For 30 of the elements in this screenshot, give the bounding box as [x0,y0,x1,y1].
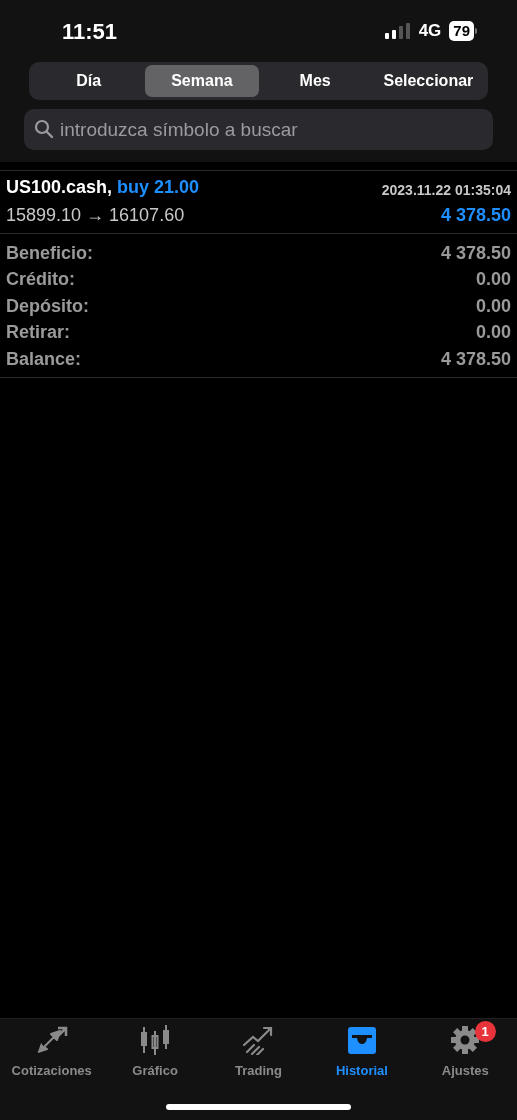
summary-label: Balance: [6,347,82,371]
deal-prices: 15899.10 → 16107.60 [6,204,185,227]
summary-label: Depósito: [6,294,89,318]
deal-profit: 4 378.50 [440,204,511,227]
period-tab[interactable]: Mes [258,65,372,97]
summary-value: 4 378.50 [440,347,511,371]
summary-value: 0.00 [475,268,511,292]
summary-label: Beneficio: [6,241,93,265]
tab-bar-item[interactable]: Historial [310,1025,414,1081]
deal-action: buy 21.00 [117,176,200,199]
status-time: 11:51 [62,17,118,46]
deal-time: 2023.11.22 01:35:04 [381,181,511,200]
search-icon [34,119,54,139]
tab-bar-item[interactable]: Trading [206,1025,311,1081]
summary-label: Crédito: [6,268,75,292]
network-label: 4G [418,20,442,43]
tab-bar-item[interactable]: Gráfico [103,1025,207,1081]
summary-value: 0.00 [475,321,511,345]
summary-value: 0.00 [475,294,511,318]
notification-badge: 1 [474,1021,496,1042]
period-tab[interactable]: Seleccionar [371,65,485,97]
period-tab[interactable]: Semana [145,65,259,97]
period-tab[interactable]: Día [32,65,146,97]
summary-label: Retirar: [6,321,71,345]
search-field[interactable]: introduzca símbolo a buscar [24,109,493,150]
battery-icon: 79 [449,21,477,41]
signal-icon [384,23,411,39]
summary-value: 4 378.50 [440,241,511,265]
deal-symbol: US100.cash, [6,176,113,199]
tab-bar-item[interactable]: Cotizaciones [0,1025,104,1081]
